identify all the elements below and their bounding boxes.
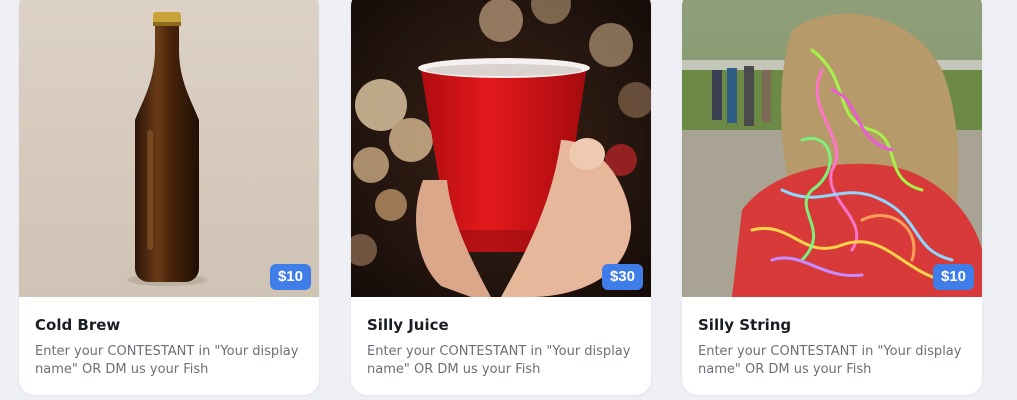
product-description: Enter your CONTESTANT in "Your display n…: [367, 344, 631, 377]
product-title[interactable]: Silly Juice: [367, 316, 449, 334]
product-card-silly-juice[interactable]: $30 Silly Juice Enter your CONTESTANT in…: [351, 0, 651, 395]
beer-bottle-photo[interactable]: $10: [19, 0, 319, 297]
price-badge: $30: [601, 264, 643, 290]
product-card-cold-brew[interactable]: $10 Cold Brew Enter your CONTESTANT in "…: [19, 0, 319, 395]
product-description: Enter your CONTESTANT in "Your display n…: [698, 344, 962, 377]
red-cup-photo[interactable]: $30: [351, 0, 651, 297]
price-badge: $10: [269, 264, 311, 290]
price-badge: $10: [932, 264, 974, 290]
product-card-silly-string[interactable]: $10 Silly String Enter your CONTESTANT i…: [682, 0, 982, 395]
product-title[interactable]: Cold Brew: [35, 316, 120, 334]
product-description: Enter your CONTESTANT in "Your display n…: [35, 344, 299, 377]
silly-string-photo[interactable]: $10: [682, 0, 982, 297]
product-title[interactable]: Silly String: [698, 316, 791, 334]
